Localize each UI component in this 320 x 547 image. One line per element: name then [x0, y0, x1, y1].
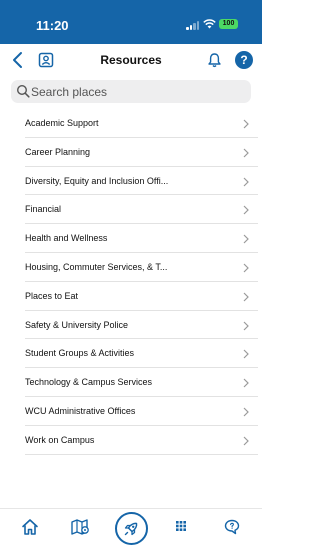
- chat-icon: [224, 519, 240, 535]
- chevron-right-icon: [243, 436, 249, 446]
- tab-home[interactable]: [20, 517, 42, 537]
- list-item-label: Technology & Campus Services: [25, 377, 153, 388]
- list-item-label: Student Groups & Activities: [25, 348, 135, 359]
- list-item-work-on-campus[interactable]: Work on Campus: [0, 426, 262, 455]
- list-item-safety-police[interactable]: Safety & University Police: [0, 311, 262, 340]
- rocket-icon: [124, 522, 138, 536]
- tab-map[interactable]: [70, 517, 92, 537]
- list-item-housing-commuter[interactable]: Housing, Commuter Services, & T...: [0, 253, 262, 282]
- list-item-health-wellness[interactable]: Health and Wellness: [0, 224, 262, 253]
- divider: [25, 453, 258, 455]
- bottom-tab-bar: [0, 508, 262, 547]
- chevron-right-icon: [243, 321, 249, 331]
- profile-card-icon[interactable]: [38, 52, 54, 68]
- back-button[interactable]: [10, 50, 26, 70]
- chevron-right-icon: [243, 349, 249, 359]
- wifi-icon: [203, 19, 216, 29]
- chevron-right-icon: [243, 148, 249, 158]
- search-input[interactable]: [31, 80, 245, 103]
- help-button[interactable]: ?: [235, 51, 253, 69]
- chevron-right-icon: [243, 205, 249, 215]
- tab-chat[interactable]: [222, 517, 244, 537]
- tab-apps[interactable]: [171, 517, 193, 537]
- status-time: 11:20: [36, 18, 69, 33]
- list-item-label: Academic Support: [25, 118, 99, 128]
- list-item-label: Work on Campus: [25, 434, 95, 445]
- chevron-right-icon: [243, 263, 249, 273]
- list-item-academic-support[interactable]: Academic Support: [0, 109, 262, 138]
- list-item-label: Housing, Commuter Services, & T...: [25, 261, 168, 272]
- chevron-right-icon: [243, 378, 249, 388]
- list-item-label: Diversity, Equity and Inclusion Offi...: [25, 175, 169, 186]
- list-item-financial[interactable]: Financial: [0, 195, 262, 225]
- app-header: Resources ?: [0, 44, 262, 76]
- list-item-technology-campus[interactable]: Technology & Campus Services: [0, 368, 262, 397]
- list-item-label: Safety & University Police: [25, 319, 129, 330]
- list-item-places-to-eat[interactable]: Places to Eat: [0, 282, 262, 311]
- list-item-student-groups[interactable]: Student Groups & Activities: [0, 339, 262, 369]
- search-icon: [16, 84, 30, 98]
- chevron-right-icon: [243, 407, 249, 417]
- map-location-icon: [71, 519, 89, 535]
- status-bar: 11:20 100: [0, 0, 262, 44]
- list-item-label: Health and Wellness: [25, 233, 108, 244]
- chevron-right-icon: [243, 234, 249, 244]
- apps-grid-icon: [176, 521, 186, 531]
- list-item-label: Career Planning: [25, 146, 91, 157]
- list-item-label: Financial: [25, 204, 62, 215]
- home-icon: [22, 519, 38, 535]
- list-item-label: WCU Administrative Offices: [25, 405, 136, 416]
- chevron-right-icon: [243, 292, 249, 302]
- phone-screen: 11:20 100 Resources ? Search places Acad…: [0, 0, 262, 547]
- list-item-label: Places to Eat: [25, 290, 79, 301]
- resource-list: Academic Support Career Planning Diversi…: [0, 109, 262, 455]
- list-item-wcu-admin-offices[interactable]: WCU Administrative Offices: [0, 397, 262, 426]
- chevron-right-icon: [243, 119, 249, 129]
- bell-icon[interactable]: [207, 52, 222, 68]
- battery-icon: 100: [219, 19, 238, 29]
- signal-icon: [186, 21, 200, 30]
- chevron-right-icon: [243, 177, 249, 187]
- tab-launch[interactable]: [115, 512, 148, 545]
- list-item-diversity-equity-inclusion[interactable]: Diversity, Equity and Inclusion Offi...: [0, 167, 262, 196]
- list-item-career-planning[interactable]: Career Planning: [0, 138, 262, 167]
- search-bar: [11, 80, 251, 103]
